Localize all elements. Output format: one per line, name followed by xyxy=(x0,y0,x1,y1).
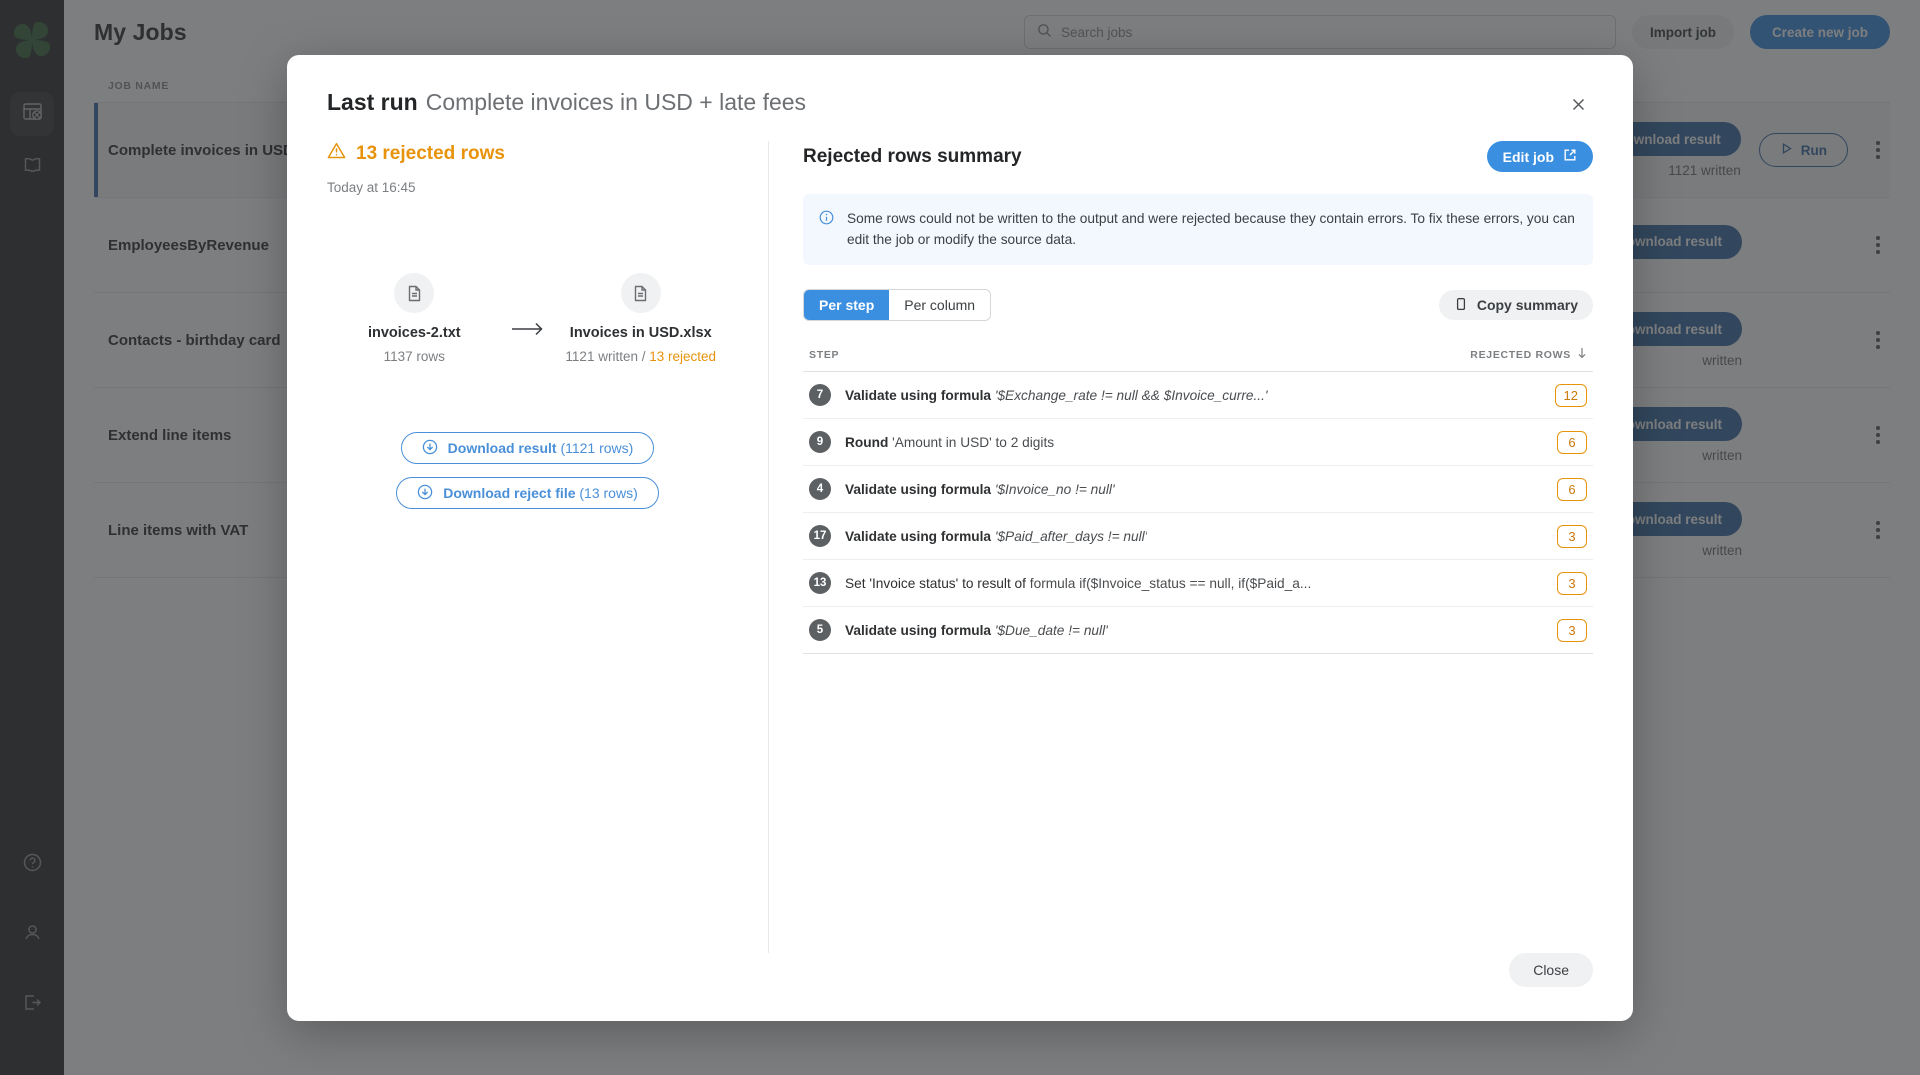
tab-per-column[interactable]: Per column xyxy=(889,290,990,320)
table-header: STEP REJECTED ROWS xyxy=(803,347,1593,372)
step-description[interactable]: Validate using formula '$Exchange_rate !… xyxy=(845,388,1268,403)
step-detail: formula if($Invoice_status == null, if($… xyxy=(1030,576,1312,591)
tab-per-step[interactable]: Per step xyxy=(804,290,889,320)
dialog-header: Last run Complete invoices in USD + late … xyxy=(287,55,1633,119)
summary-title: Rejected rows summary xyxy=(803,146,1022,168)
run-timestamp: Today at 16:45 xyxy=(327,180,728,195)
rejected-count-badge: 3 xyxy=(1557,572,1587,595)
step-description[interactable]: Round 'Amount in USD' to 2 digits xyxy=(845,435,1054,450)
target-file-name: Invoices in USD.xlsx xyxy=(553,325,728,341)
rejected-count-badge: 6 xyxy=(1557,431,1587,454)
rejected-rows-heading: 13 rejected rows xyxy=(327,141,728,166)
table-row[interactable]: 17 Validate using formula '$Paid_after_d… xyxy=(803,513,1593,560)
step-number-badge: 5 xyxy=(809,619,831,641)
table-row[interactable]: 9 Round 'Amount in USD' to 2 digits 6 xyxy=(803,419,1593,466)
column-header-rejected-rows[interactable]: REJECTED ROWS xyxy=(1470,347,1587,362)
source-file-node: invoices-2.txt 1137 rows xyxy=(327,273,502,364)
step-description[interactable]: Validate using formula '$Due_date != nul… xyxy=(845,623,1108,638)
table-row[interactable]: 7 Validate using formula '$Exchange_rate… xyxy=(803,372,1593,419)
step-detail: 'Amount in USD' to 2 digits xyxy=(888,435,1054,450)
copy-summary-button[interactable]: Copy summary xyxy=(1439,290,1593,320)
written-count: 1121 written / xyxy=(565,349,649,364)
step-number-badge: 9 xyxy=(809,431,831,453)
step-action: Set 'Invoice status' to result of xyxy=(845,576,1030,591)
arrow-down-icon xyxy=(1577,347,1587,362)
rejected-rows-summary-pane: Rejected rows summary Edit job xyxy=(769,141,1633,953)
copy-icon xyxy=(1454,297,1468,314)
info-circle-icon xyxy=(819,208,835,250)
target-file-stats: 1121 written / 13 rejected xyxy=(553,349,728,364)
download-reject-count: (13 rows) xyxy=(576,485,638,501)
rejected-rows-table: STEP REJECTED ROWS 7 Validate using form… xyxy=(803,347,1593,654)
step-description[interactable]: Validate using formula '$Paid_after_days… xyxy=(845,529,1147,544)
step-detail: '$Exchange_rate != null && $Invoice_curr… xyxy=(991,388,1267,403)
view-mode-segmented-control[interactable]: Per step Per column xyxy=(803,289,991,321)
dialog-title: Last run Complete invoices in USD + late … xyxy=(327,89,806,116)
close-icon[interactable] xyxy=(1563,89,1593,119)
summary-header: Rejected rows summary Edit job xyxy=(803,141,1593,172)
edit-job-button[interactable]: Edit job xyxy=(1487,141,1593,172)
rejected-count-badge: 3 xyxy=(1557,525,1587,548)
download-result-button[interactable]: Download result (1121 rows) xyxy=(401,432,655,464)
step-number-badge: 13 xyxy=(809,572,831,594)
rejected-rows-text: 13 rejected rows xyxy=(356,143,505,165)
download-reject-label: Download reject file xyxy=(443,485,575,501)
table-row[interactable]: 4 Validate using formula '$Invoice_no !=… xyxy=(803,466,1593,513)
warning-triangle-icon xyxy=(327,141,346,166)
target-file-node: Invoices in USD.xlsx 1121 written / 13 r… xyxy=(553,273,728,364)
table-row[interactable]: 13 Set 'Invoice status' to result of for… xyxy=(803,560,1593,607)
close-button[interactable]: Close xyxy=(1509,953,1593,987)
summary-tabs-row: Per step Per column Copy summary xyxy=(803,289,1593,321)
step-detail: '$Invoice_no != null' xyxy=(991,482,1115,497)
step-description[interactable]: Validate using formula '$Invoice_no != n… xyxy=(845,482,1115,497)
rejected-count-badge: 6 xyxy=(1557,478,1587,501)
step-action: Round xyxy=(845,435,888,450)
download-result-label: Download result xyxy=(448,440,557,456)
column-header-rejected-rows-label: REJECTED ROWS xyxy=(1470,349,1571,361)
file-flow: invoices-2.txt 1137 rows Invo xyxy=(327,273,728,364)
step-action: Validate using formula xyxy=(845,388,991,403)
edit-job-label: Edit job xyxy=(1503,149,1554,165)
step-detail: '$Paid_after_days != null' xyxy=(991,529,1147,544)
step-number-badge: 17 xyxy=(809,525,831,547)
dialog-body: 13 rejected rows Today at 16:45 invoices… xyxy=(287,119,1633,953)
arrow-right-icon xyxy=(502,273,554,337)
download-icon xyxy=(422,439,438,458)
last-run-dialog: Last run Complete invoices in USD + late … xyxy=(287,55,1633,1021)
source-file-rows: 1137 rows xyxy=(327,349,502,364)
rejected-count: 13 rejected xyxy=(649,349,716,364)
file-icon xyxy=(621,273,661,313)
source-file-name: invoices-2.txt xyxy=(327,325,502,341)
external-link-icon xyxy=(1563,148,1577,165)
dialog-title-job: Complete invoices in USD + late fees xyxy=(426,89,806,115)
step-detail: '$Due_date != null' xyxy=(991,623,1108,638)
copy-summary-label: Copy summary xyxy=(1477,297,1578,313)
info-banner: Some rows could not be written to the ou… xyxy=(803,194,1593,265)
dialog-title-prefix: Last run xyxy=(327,89,418,115)
step-action: Validate using formula xyxy=(845,529,991,544)
column-header-step: STEP xyxy=(809,349,839,361)
run-summary-pane: 13 rejected rows Today at 16:45 invoices… xyxy=(287,141,769,953)
dialog-footer: Close xyxy=(287,953,1633,1021)
download-result-count: (1121 rows) xyxy=(557,440,634,456)
step-action: Validate using formula xyxy=(845,623,991,638)
rejected-count-badge: 3 xyxy=(1557,619,1587,642)
step-number-badge: 7 xyxy=(809,384,831,406)
step-number-badge: 4 xyxy=(809,478,831,500)
download-reject-file-button[interactable]: Download reject file (13 rows) xyxy=(396,477,658,509)
table-row[interactable]: 5 Validate using formula '$Due_date != n… xyxy=(803,607,1593,654)
step-action: Validate using formula xyxy=(845,482,991,497)
step-description[interactable]: Set 'Invoice status' to result of formul… xyxy=(845,576,1311,591)
info-banner-text: Some rows could not be written to the ou… xyxy=(847,208,1575,250)
file-icon xyxy=(394,273,434,313)
download-buttons: Download result (1121 rows) Download rej… xyxy=(327,432,728,509)
download-icon xyxy=(417,484,433,503)
rejected-count-badge: 12 xyxy=(1555,384,1587,407)
